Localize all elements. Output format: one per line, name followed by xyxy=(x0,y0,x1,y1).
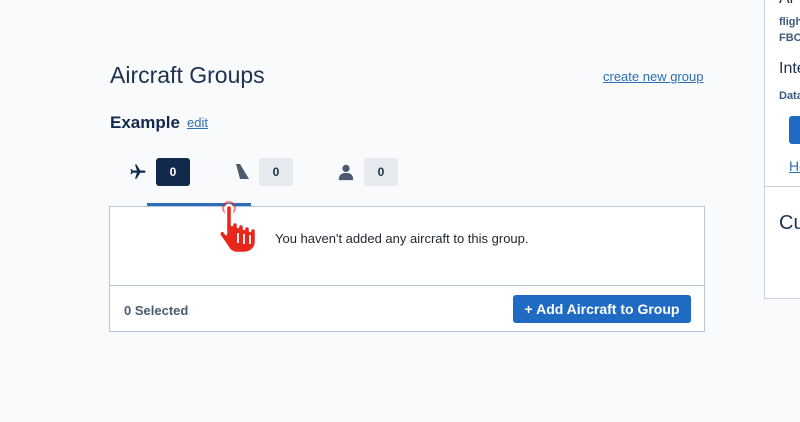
add-aircraft-button[interactable]: + Add Aircraft to Group xyxy=(513,295,691,323)
edit-group-link[interactable]: edit xyxy=(187,115,208,130)
side-panel-heading: Ai xyxy=(779,0,793,8)
group-name: Example xyxy=(110,113,180,132)
side-panel-integration-heading: Inte xyxy=(779,60,800,77)
side-panel-divider xyxy=(765,186,800,187)
side-panel-button[interactable] xyxy=(789,116,800,144)
selected-count: 0 Selected xyxy=(124,303,189,318)
aircraft-list-panel: You haven't added any aircraft to this g… xyxy=(109,206,705,332)
side-panel-flight-label: fligh xyxy=(779,16,800,28)
tail-icon xyxy=(231,162,251,182)
page-title: Aircraft Groups xyxy=(110,62,265,88)
side-panel: Ai fligh FBO Inte Data Ho Cu xyxy=(764,0,800,299)
empty-state-message: You haven't added any aircraft to this g… xyxy=(275,231,529,246)
side-panel-data-label: Data xyxy=(779,90,800,102)
aircraft-count-badge: 0 xyxy=(156,158,190,186)
side-panel-fbo-label: FBO xyxy=(779,32,800,44)
panel-divider xyxy=(110,285,704,286)
create-new-group-link[interactable]: create new group xyxy=(603,69,703,84)
tab-aircraft[interactable]: 0 xyxy=(128,158,190,186)
airplane-icon xyxy=(128,162,148,182)
side-panel-link[interactable]: Ho xyxy=(789,158,800,174)
person-icon xyxy=(336,162,356,182)
hand-pointer-icon xyxy=(218,201,258,255)
people-count-badge: 0 xyxy=(364,158,398,186)
tails-count-badge: 0 xyxy=(259,158,293,186)
tab-people[interactable]: 0 xyxy=(336,158,398,186)
side-panel-bottom-heading: Cu xyxy=(779,212,800,234)
tab-tails[interactable]: 0 xyxy=(231,158,293,186)
